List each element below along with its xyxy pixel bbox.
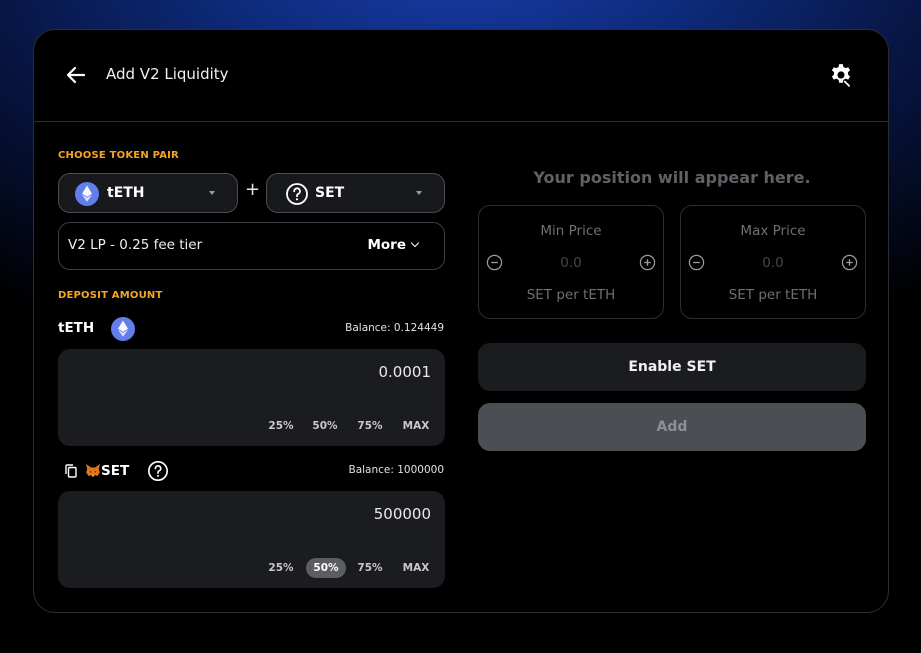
- add-button[interactable]: Add: [478, 403, 866, 451]
- percent-75-button[interactable]: 75%: [352, 558, 388, 578]
- token-b-deposit-symbol: SET: [101, 463, 130, 479]
- token-a-amount-box: 25% 50% 75% MAX: [58, 349, 445, 446]
- enable-set-button[interactable]: Enable SET: [478, 343, 866, 391]
- percent-50-button[interactable]: 50%: [307, 416, 343, 436]
- token-a-balance: Balance: 0.124449: [345, 322, 444, 334]
- percent-50-button-active[interactable]: 50%: [306, 558, 346, 578]
- token-a-amount-input[interactable]: [231, 363, 431, 381]
- question-circle-icon: [148, 461, 168, 481]
- card-header: Add V2 Liquidity: [34, 30, 888, 122]
- plus-circle-icon[interactable]: [841, 254, 858, 271]
- chevron-down-icon: [416, 191, 422, 195]
- token-a-name: tETH: [107, 185, 145, 201]
- min-price-unit: SET per tETH: [526, 287, 616, 303]
- percent-max-button[interactable]: MAX: [397, 558, 435, 578]
- chevron-down-icon: [410, 238, 420, 248]
- add-liquidity-card: Add V2 Liquidity CHOOSE TOKEN PAIR tETH …: [33, 29, 889, 613]
- token-b-selector[interactable]: SET: [266, 173, 445, 213]
- fee-tier-box: V2 LP - 0.25 fee tier More: [58, 222, 445, 270]
- token-a-selector[interactable]: tETH: [58, 173, 238, 213]
- chevron-down-icon: [209, 191, 215, 195]
- ethereum-icon: [111, 317, 135, 341]
- fee-tier-text: V2 LP - 0.25 fee tier: [68, 237, 203, 253]
- position-placeholder-message: Your position will appear here.: [533, 168, 811, 187]
- metamask-fox-icon[interactable]: [85, 463, 101, 478]
- token-b-amount-box: 25% 50% 75% MAX: [58, 491, 445, 588]
- token-b-name: SET: [315, 185, 345, 201]
- min-price-title: Min Price: [540, 223, 602, 239]
- percent-25-button[interactable]: 25%: [264, 558, 298, 578]
- choose-token-pair-label: CHOOSE TOKEN PAIR: [58, 150, 179, 161]
- percent-25-button[interactable]: 25%: [264, 416, 298, 436]
- ethereum-icon: [75, 182, 99, 206]
- percent-75-button[interactable]: 75%: [352, 416, 388, 436]
- percent-max-button[interactable]: MAX: [397, 416, 435, 436]
- token-b-amount-input[interactable]: [231, 505, 431, 523]
- deposit-amount-label: DEPOSIT AMOUNT: [58, 290, 163, 301]
- gear-icon[interactable]: [828, 62, 854, 88]
- page-title: Add V2 Liquidity: [106, 65, 229, 83]
- plus-circle-icon[interactable]: [639, 254, 656, 271]
- min-price-value[interactable]: 0.0: [479, 255, 663, 271]
- max-price-title: Max Price: [740, 223, 806, 239]
- max-price-value[interactable]: 0.0: [681, 255, 865, 271]
- max-price-card: Max Price 0.0 SET per tETH: [680, 205, 866, 319]
- min-price-card: Min Price 0.0 SET per tETH: [478, 205, 664, 319]
- more-button[interactable]: More: [367, 237, 420, 253]
- question-circle-icon: [286, 183, 308, 205]
- more-label: More: [367, 237, 406, 253]
- max-price-unit: SET per tETH: [728, 287, 818, 303]
- arrow-left-icon[interactable]: [64, 63, 88, 87]
- copy-icon[interactable]: [65, 464, 77, 478]
- plus-separator: +: [245, 179, 261, 200]
- token-b-balance: Balance: 1000000: [348, 464, 444, 476]
- token-a-deposit-symbol: tETH: [58, 320, 95, 336]
